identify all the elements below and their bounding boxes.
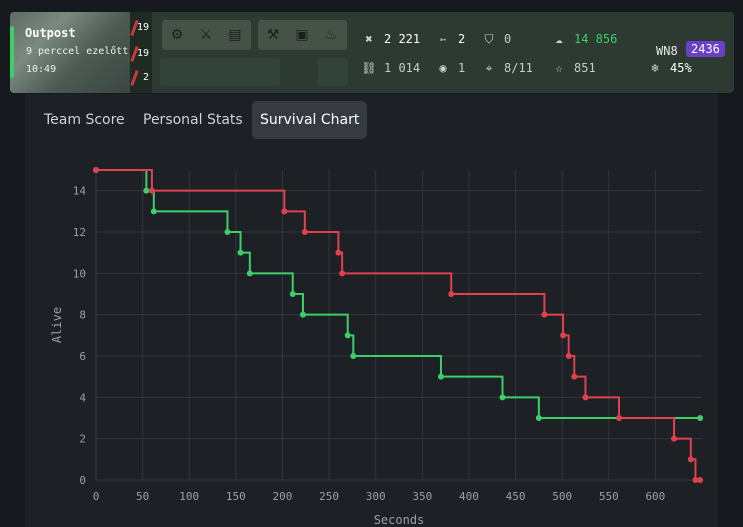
x-tick-label: 450 <box>506 490 526 503</box>
x-tick-label: 50 <box>136 490 149 503</box>
rifle-icon: ⚔ <box>199 27 213 43</box>
series-line-0 <box>96 169 701 419</box>
damage-stat: ✖ 2 221 <box>360 32 420 46</box>
data-point <box>246 270 253 277</box>
data-point <box>335 249 342 256</box>
snowflake-icon: ❄ <box>651 61 659 75</box>
fire-extinguisher-icon: ♨ <box>324 27 338 43</box>
ammo-crate-icon: ▣ <box>295 27 309 43</box>
assist-stat: ⛓ 1 014 <box>361 61 421 75</box>
data-point <box>143 187 150 194</box>
wn8-label: WN8 <box>656 44 678 58</box>
data-point <box>571 373 578 380</box>
series-line-1 <box>96 169 701 481</box>
tier-badge: 19 <box>130 17 152 39</box>
xp-stat: ☆ 851 <box>550 61 595 75</box>
x-axis-label: Seconds <box>374 513 425 527</box>
tier-badge: 19 <box>130 43 152 65</box>
blocked-stat: ⛉ 0 <box>480 32 511 47</box>
data-point <box>437 373 444 380</box>
data-point <box>150 208 157 215</box>
x-tick-label: 100 <box>179 490 199 503</box>
x-tick-label: 200 <box>273 490 293 503</box>
y-axis-label: Alive <box>50 307 64 343</box>
y-tick-label: 8 <box>79 309 86 322</box>
battle-clock: 10:49 <box>26 64 57 75</box>
empty-slot <box>318 58 348 86</box>
y-tick-label: 14 <box>73 185 87 198</box>
data-point <box>339 270 346 277</box>
crossed-swords-icon: ✖ <box>365 32 373 46</box>
x-tick-label: 550 <box>599 490 619 503</box>
map-name: Outpost <box>25 26 76 40</box>
x-tick-label: 400 <box>459 490 479 503</box>
crosshair-icon: ⌖ <box>485 61 493 75</box>
data-point <box>289 291 296 297</box>
x-tick-label: 350 <box>412 490 432 503</box>
data-point <box>582 394 589 401</box>
y-tick-label: 12 <box>73 226 86 239</box>
y-tick-label: 2 <box>79 433 86 446</box>
winrate-stat: ❄ 45% <box>646 61 691 75</box>
tab-panel: Team Score Personal Stats Survival Chart… <box>25 94 718 527</box>
spotted-stat: ◉ 1 <box>434 61 465 75</box>
data-point <box>541 311 548 318</box>
data-point <box>616 415 623 421</box>
toolbox-icon: ⚒ <box>266 27 280 43</box>
data-point <box>299 311 306 318</box>
equipment-group: ⚙ ⚔ ▤ <box>162 20 251 50</box>
kills-stat: ➳ 2 <box>434 32 465 46</box>
data-point <box>224 229 231 235</box>
data-point <box>560 332 567 339</box>
y-tick-label: 10 <box>73 267 86 280</box>
x-tick-label: 0 <box>93 490 100 503</box>
wheel-icon: ⚙ <box>170 27 184 43</box>
consumable-group: ⚒ ▣ ♨ <box>258 20 347 50</box>
data-point <box>350 353 357 359</box>
link-icon: ⛓ <box>361 61 377 75</box>
data-point <box>301 229 308 235</box>
time-ago: 9 perccel ezelőtt <box>26 46 129 57</box>
x-tick-label: 150 <box>226 490 246 503</box>
wn8-badge: 2436 <box>686 41 725 57</box>
data-point <box>237 249 244 256</box>
x-tick-label: 500 <box>552 490 572 503</box>
result-strip <box>10 26 14 78</box>
x-tick-label: 250 <box>319 490 339 503</box>
data-point <box>281 208 288 215</box>
tank-kill-icon: ➳ <box>439 32 447 46</box>
tier-badge: 2 <box>130 67 152 89</box>
eye-icon: ◉ <box>439 61 447 75</box>
data-point <box>148 187 155 194</box>
data-point <box>448 291 455 297</box>
credits-stat: ☁ 14 856 <box>550 32 617 46</box>
data-point <box>671 435 678 442</box>
coins-icon: ☁ <box>555 32 563 46</box>
data-point <box>499 394 506 401</box>
x-tick-label: 300 <box>366 490 386 503</box>
tank-tiers: 19 19 2 <box>130 12 152 93</box>
empty-slot <box>160 58 280 86</box>
battle-header[interactable]: Outpost 9 perccel ezelőtt 10:49 19 19 2 … <box>10 12 734 93</box>
shield-icon: ⛉ <box>484 32 494 46</box>
y-tick-label: 4 <box>79 391 86 404</box>
radio-icon: ▤ <box>228 27 242 43</box>
data-point <box>344 332 351 339</box>
survival-chart: 0 50 100 150 200 250 300 350 400 450 500 550 600 0 2 4 6… <box>50 167 704 527</box>
data-point <box>697 415 704 421</box>
hits-stat: ⌖ 8/11 <box>480 61 533 76</box>
data-point <box>565 353 572 359</box>
data-point <box>697 477 704 483</box>
data-point <box>535 415 542 421</box>
y-tick-label: 6 <box>79 350 86 363</box>
star-icon: ☆ <box>555 61 563 75</box>
x-tick-label: 600 <box>645 490 665 503</box>
data-point <box>687 456 694 463</box>
data-point <box>93 167 99 173</box>
y-tick-label: 0 <box>79 474 86 487</box>
